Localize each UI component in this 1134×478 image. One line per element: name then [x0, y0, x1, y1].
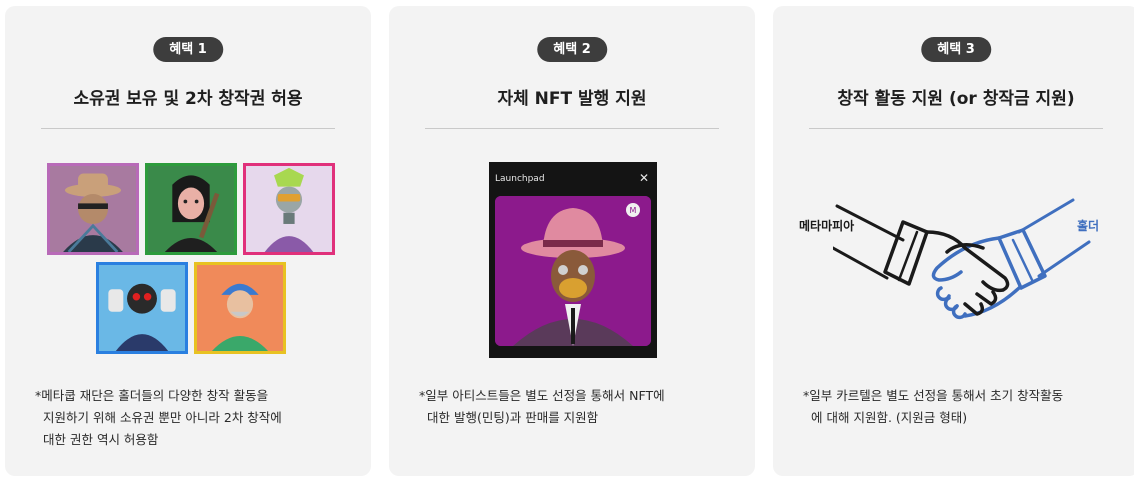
benefit-title: 자체 NFT 발행 지원 [497, 89, 647, 109]
svg-text:M: M [630, 206, 637, 215]
description-line: *일부 아티스트들은 별도 선정을 통해서 NFT에 [419, 388, 665, 403]
description-line: 대한 발행(민팅)과 판매를 지원함 [427, 410, 599, 425]
description-line: 지원하기 위해 소유권 뿐만 아니라 2차 창작에 [43, 410, 282, 425]
benefit-description: *메타쿱 재단은 홀더들의 다양한 창작 활동을 지원하기 위해 소유권 뿐만 … [35, 385, 355, 451]
nft-image-2 [145, 163, 237, 255]
benefit-card-2: 혜택 2 자체 NFT 발행 지원 Launchpad ✕ M *일부 아티스트… [389, 6, 755, 476]
nft-image-3 [243, 163, 335, 255]
nft-image-5 [194, 262, 286, 354]
benefit-card-3: 혜택 3 창작 활동 지원 (or 창작금 지원) 메타마피아 홀더 *일부 카… [773, 6, 1134, 476]
close-icon[interactable]: ✕ [639, 171, 649, 185]
benefit-description: *일부 카르텔은 별도 선정을 통해서 초기 창작활동 에 대해 지원함. (지… [803, 385, 1123, 429]
divider [41, 128, 335, 129]
description-line: 대한 권한 역시 허용함 [43, 432, 159, 447]
benefit-title: 소유권 보유 및 2차 창작권 허용 [73, 89, 303, 109]
nft-image-4 [96, 262, 188, 354]
nft-image-1 [47, 163, 139, 255]
benefit-badge: 혜택 1 [153, 37, 223, 62]
launchpad-panel: Launchpad ✕ M [489, 162, 657, 358]
divider [425, 128, 719, 129]
benefits-row: 혜택 1 소유권 보유 및 2차 창작권 허용 *메타쿱 재단은 홀더들의 다양… [0, 0, 1134, 478]
description-line: *일부 카르텔은 별도 선정을 통해서 초기 창작활동 [803, 388, 1064, 403]
description-line: 에 대해 지원함. (지원금 형태) [811, 410, 968, 425]
benefit-badge: 혜택 3 [921, 37, 991, 62]
launchpad-nft-art: M [495, 196, 651, 346]
divider [809, 128, 1103, 129]
benefit-description: *일부 아티스트들은 별도 선정을 통해서 NFT에 대한 발행(민팅)과 판매… [419, 385, 739, 429]
benefit-title: 창작 활동 지원 (or 창작금 지원) [837, 89, 1075, 109]
benefit-card-1: 혜택 1 소유권 보유 및 2차 창작권 허용 *메타쿱 재단은 홀더들의 다양… [5, 6, 371, 476]
launchpad-title: Launchpad [495, 174, 545, 184]
description-line: *메타쿱 재단은 홀더들의 다양한 창작 활동을 [35, 388, 269, 403]
handshake-icon [833, 198, 1091, 320]
benefit-badge: 혜택 2 [537, 37, 607, 62]
